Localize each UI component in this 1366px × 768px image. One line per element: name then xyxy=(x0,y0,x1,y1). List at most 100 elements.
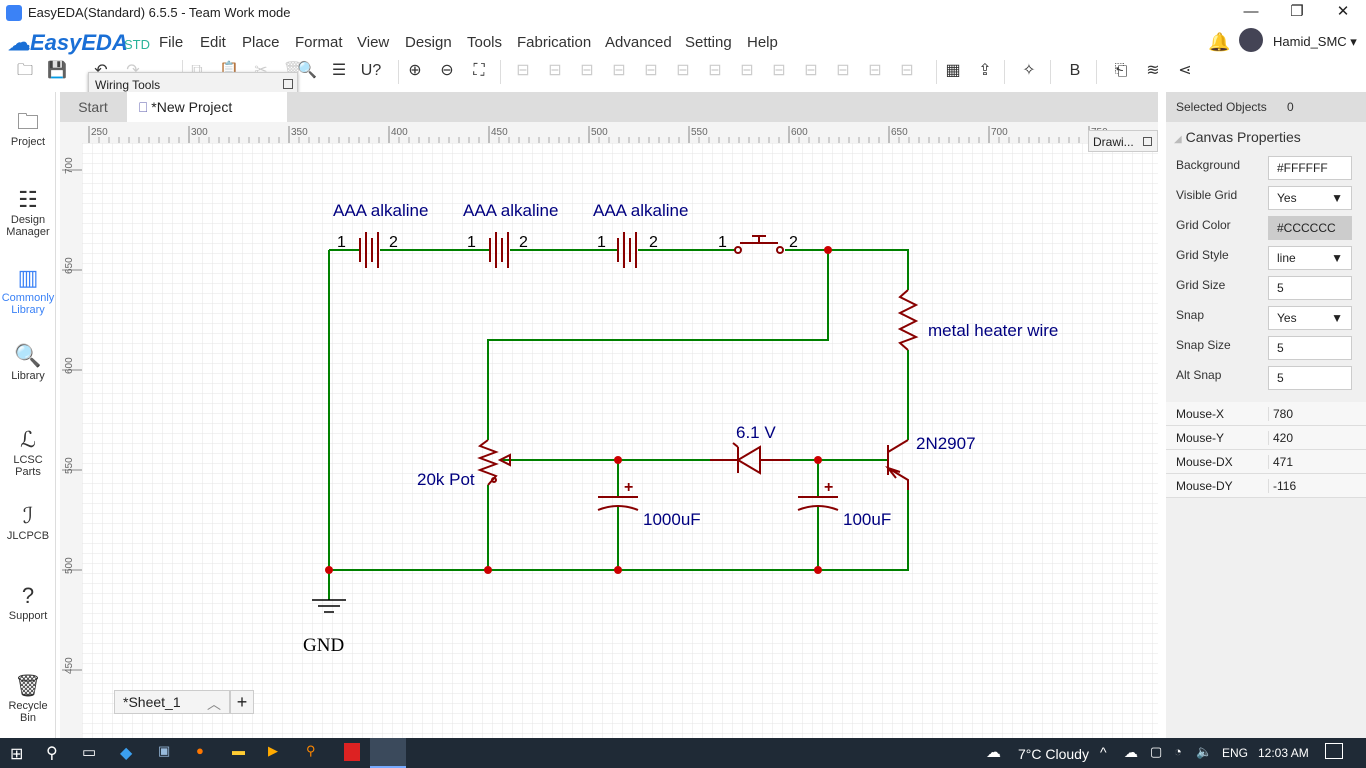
menu-fabrication[interactable]: Fabrication xyxy=(517,34,591,51)
align-top-icon[interactable]: ⊟ xyxy=(704,60,726,82)
share-icon[interactable]: ⋖ xyxy=(1174,60,1196,82)
pot-label[interactable]: 20k Pot xyxy=(417,470,475,489)
canvas-properties-header[interactable]: ◢ Canvas Properties xyxy=(1174,129,1301,145)
sidebar-item-project[interactable]: 🗀 Project xyxy=(0,108,56,148)
windows-start-icon[interactable]: ⊞ xyxy=(10,744,23,764)
bom-icon[interactable]: B xyxy=(1064,60,1086,82)
add-sheet-button[interactable]: + xyxy=(230,690,254,714)
background-field[interactable]: #FFFFFF xyxy=(1268,156,1352,180)
close-button[interactable]: ✕ xyxy=(1320,0,1366,26)
canvas-area[interactable]: 2503003504004505005506006507007507006506… xyxy=(60,122,1158,738)
align-hcenter-icon[interactable]: ⊟ xyxy=(800,60,822,82)
resistor-label[interactable]: metal heater wire xyxy=(928,321,1058,340)
battery-label[interactable]: AAA alkaline xyxy=(333,201,428,220)
tab-new-project[interactable]: ⎕ *New Project xyxy=(127,92,287,122)
grid-style-field[interactable]: line ▼ xyxy=(1268,246,1352,270)
search-app-icon[interactable]: ⚲ xyxy=(306,743,316,759)
schematic-canvas[interactable]: 2503003504004505005506006507007507006506… xyxy=(60,122,1158,738)
minimize-button[interactable]: — xyxy=(1228,0,1274,26)
layers-icon[interactable]: ≋ xyxy=(1142,60,1164,82)
sidebar-item-support[interactable]: ? Support xyxy=(0,582,56,622)
save-icon[interactable]: 💾 xyxy=(46,60,68,82)
zener-label[interactable]: 6.1 V xyxy=(736,423,776,442)
chevron-up-icon[interactable]: ^ xyxy=(1100,744,1107,760)
alt-snap-field[interactable]: 5 xyxy=(1268,366,1352,390)
menu-tools[interactable]: Tools xyxy=(467,34,502,51)
file-explorer-icon[interactable]: ▬ xyxy=(232,743,245,758)
sidebar-item-commonly-library[interactable]: ▥ Commonly Library xyxy=(0,264,56,316)
cap2-label[interactable]: 100uF xyxy=(843,510,891,529)
avatar[interactable] xyxy=(1239,28,1263,52)
transistor-label[interactable]: 2N2907 xyxy=(916,434,976,453)
align-vcenter-icon[interactable]: ⊟ xyxy=(768,60,790,82)
zoom-in-icon[interactable]: ⊕ xyxy=(404,60,426,82)
app-f-icon[interactable] xyxy=(344,743,360,761)
menu-format[interactable]: Format xyxy=(295,34,343,51)
distribute-h-icon[interactable]: ⊟ xyxy=(864,60,886,82)
drawing-tools-panel[interactable]: Drawi... xyxy=(1088,130,1158,152)
align-left-icon[interactable]: ⊟ xyxy=(640,60,662,82)
language-indicator[interactable]: ENG xyxy=(1222,746,1248,760)
flip-h-icon[interactable]: ⊟ xyxy=(576,60,598,82)
menu-advanced[interactable]: Advanced xyxy=(605,34,672,51)
gnd-label[interactable]: GND xyxy=(303,635,344,656)
camera-icon[interactable]: ▢ xyxy=(1150,744,1162,760)
align-bottom-icon[interactable]: ⊟ xyxy=(736,60,758,82)
task-view-icon[interactable]: ▭ xyxy=(82,743,96,761)
distribute-v-icon[interactable]: ⊟ xyxy=(896,60,918,82)
menu-place[interactable]: Place xyxy=(242,34,280,51)
sidebar-item-recycle-bin[interactable]: 🗑 Recycle Bin xyxy=(0,672,56,724)
menu-design[interactable]: Design xyxy=(405,34,452,51)
zoom-out-icon[interactable]: ⊖ xyxy=(436,60,458,82)
clock[interactable]: 12:03 AM xyxy=(1258,746,1309,760)
search-icon[interactable]: 🔍 xyxy=(296,60,318,82)
cap1-label[interactable]: 1000uF xyxy=(643,510,701,529)
design-check-icon[interactable]: ✧ xyxy=(1018,60,1040,82)
media-player-icon[interactable]: ▶ xyxy=(268,743,278,759)
user-menu[interactable]: Hamid_SMC ▾ xyxy=(1273,34,1357,50)
battery-label[interactable]: AAA alkaline xyxy=(463,201,558,220)
rotate-left-icon[interactable]: ⊟ xyxy=(512,60,534,82)
wifi-icon[interactable]: ◔ xyxy=(1174,744,1182,759)
menu-view[interactable]: View xyxy=(357,34,389,51)
sidebar-item-library[interactable]: 🔍 Library xyxy=(0,342,56,382)
import-icon[interactable]: ⎗ xyxy=(1110,60,1132,82)
sidebar-item-lcsc-parts[interactable]: ℒ LCSC Parts xyxy=(0,426,56,478)
visible-grid-field[interactable]: Yes ▼ xyxy=(1268,186,1352,210)
sidebar-item-jlcpcb[interactable]: ℐ JLCPCB xyxy=(0,502,56,542)
flip-v-icon[interactable]: ⊟ xyxy=(608,60,630,82)
menu-help[interactable]: Help xyxy=(747,34,778,51)
grid-align-icon[interactable]: ⊟ xyxy=(832,60,854,82)
menu-setting[interactable]: Setting xyxy=(685,34,732,51)
battery-label[interactable]: AAA alkaline xyxy=(593,201,688,220)
snap-field[interactable]: Yes ▼ xyxy=(1268,306,1352,330)
fit-icon[interactable]: ⛶ xyxy=(468,60,490,82)
onedrive-icon[interactable]: ☁ xyxy=(1124,744,1138,761)
rotate-right-icon[interactable]: ⊟ xyxy=(544,60,566,82)
chevron-up-icon[interactable]: ︿ xyxy=(207,694,221,714)
snap-size-field[interactable]: 5 xyxy=(1268,336,1352,360)
annotate-icon[interactable]: U? xyxy=(360,60,382,82)
sidebar-item-design-manager[interactable]: ☷ Design Manager xyxy=(0,186,56,238)
maximize-icon[interactable] xyxy=(1143,137,1152,146)
menu-edit[interactable]: Edit xyxy=(200,34,226,51)
find-icon[interactable]: ☰ xyxy=(328,60,350,82)
restore-button[interactable]: ❐ xyxy=(1274,0,1320,26)
netlist-icon[interactable]: ▦ xyxy=(942,60,964,82)
firefox-icon[interactable]: ● xyxy=(196,743,204,758)
vscode-icon[interactable]: ◆ xyxy=(120,743,132,763)
volume-icon[interactable]: 🔈 xyxy=(1196,744,1212,760)
search-icon[interactable]: ⚲ xyxy=(46,743,58,763)
sheet-tab[interactable]: *Sheet_1 ︿ xyxy=(114,690,230,714)
open-icon[interactable]: 🗀 xyxy=(14,60,36,82)
weather-text[interactable]: 7°C Cloudy xyxy=(1018,746,1089,762)
align-right-icon[interactable]: ⊟ xyxy=(672,60,694,82)
easyeda-taskbar-icon[interactable] xyxy=(370,738,406,768)
tab-start[interactable]: Start xyxy=(60,92,126,122)
photos-icon[interactable]: ▣ xyxy=(158,743,170,759)
bell-icon[interactable]: 🔔 xyxy=(1208,32,1230,53)
maximize-icon[interactable] xyxy=(283,79,293,89)
grid-color-field[interactable]: #CCCCCC xyxy=(1268,216,1352,240)
convert-pcb-icon[interactable]: ⇪ xyxy=(974,60,996,82)
grid-size-field[interactable]: 5 xyxy=(1268,276,1352,300)
